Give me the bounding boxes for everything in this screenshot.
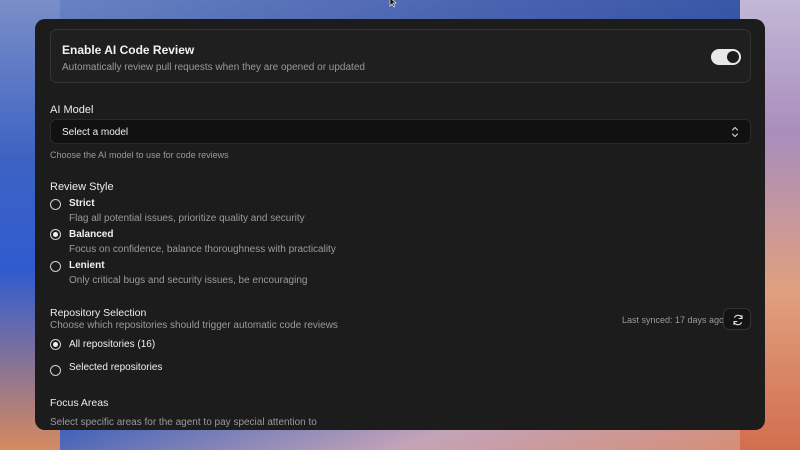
repository-selected-radio[interactable] [50,365,61,376]
enable-ai-review-description: Automatically review pull requests when … [62,62,365,73]
code-review-settings-panel: Enable AI Code Review Automatically revi… [35,19,765,430]
repository-selection-description: Choose which repositories should trigger… [50,320,338,331]
review-style-lenient-title: Lenient [69,260,105,271]
repository-selection-label: Repository Selection [50,307,147,319]
chevron-up-down-icon [730,125,740,139]
repository-selected-label: Selected repositories [69,362,163,373]
focus-areas-label: Focus Areas [50,397,109,409]
ai-model-label: AI Model [50,104,94,116]
review-style-lenient-radio[interactable] [50,261,61,272]
review-style-balanced-radio[interactable] [50,229,61,240]
review-style-lenient-description: Only critical bugs and security issues, … [69,275,308,286]
review-style-label: Review Style [50,181,114,193]
review-style-balanced-title: Balanced [69,229,114,240]
last-synced-text: Last synced: 17 days ago [622,315,725,325]
review-style-strict-radio[interactable] [50,199,61,210]
enable-ai-review-title: Enable AI Code Review [62,43,195,57]
focus-areas-description: Select specific areas for the agent to p… [50,417,317,428]
enable-ai-review-card: Enable AI Code Review Automatically revi… [50,29,751,83]
review-style-strict-description: Flag all potential issues, prioritize qu… [69,213,305,224]
toggle-knob [727,51,739,63]
repository-all-radio[interactable] [50,339,61,350]
review-style-strict-title: Strict [69,198,95,209]
ai-model-select-value: Select a model [62,127,129,138]
enable-ai-review-toggle[interactable] [711,49,741,65]
ai-model-select[interactable]: Select a model [50,119,751,144]
mouse-cursor-icon [389,0,397,8]
repository-all-label: All repositories (16) [69,339,156,350]
ai-model-help-text: Choose the AI model to use for code revi… [50,150,229,160]
review-style-balanced-description: Focus on confidence, balance thoroughnes… [69,244,336,255]
refresh-repositories-button[interactable] [723,308,751,330]
